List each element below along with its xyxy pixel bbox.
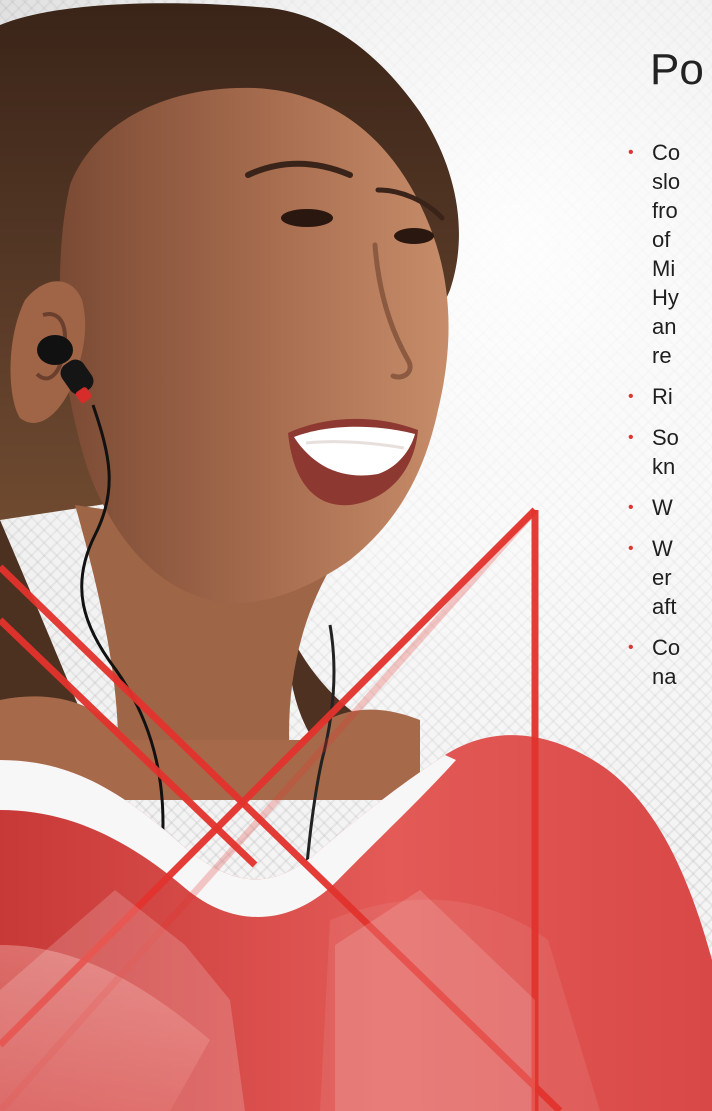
bullet-item-5: • W er aft bbox=[612, 534, 712, 621]
slide-canvas: Po • Co slo fro of Mi Hy an re • Ri • So… bbox=[0, 0, 712, 1111]
bullet-line: Co bbox=[652, 635, 681, 660]
bullet-item-1: • Co slo fro of Mi Hy an re bbox=[612, 138, 712, 370]
bullet-icon: • bbox=[628, 144, 634, 161]
bullet-icon: • bbox=[628, 540, 634, 557]
bullet-icon: • bbox=[628, 388, 634, 405]
bullet-line: an bbox=[652, 314, 677, 339]
bullet-item-3: • So kn bbox=[612, 423, 712, 481]
bullet-line: Mi bbox=[652, 256, 676, 281]
bullet-line: Hy bbox=[652, 285, 679, 310]
bullet-line: na bbox=[652, 664, 677, 689]
slide-title: Po bbox=[650, 45, 704, 94]
bullet-line: W bbox=[652, 536, 673, 561]
bullet-line: slo bbox=[652, 169, 681, 194]
bullet-line: kn bbox=[652, 454, 676, 479]
bullet-list: • Co slo fro of Mi Hy an re • Ri • So kn… bbox=[612, 138, 712, 703]
bullet-item-2: • Ri bbox=[612, 382, 712, 411]
bullet-line: So bbox=[652, 425, 679, 450]
bullet-line: of bbox=[652, 227, 671, 252]
bullet-icon: • bbox=[628, 429, 634, 446]
bullet-line: re bbox=[652, 343, 672, 368]
bullet-line: aft bbox=[652, 594, 677, 619]
bullet-line: er bbox=[652, 565, 672, 590]
bullet-line: Co bbox=[652, 140, 681, 165]
bullet-line: fro bbox=[652, 198, 678, 223]
bullet-icon: • bbox=[628, 499, 634, 516]
bullet-icon: • bbox=[628, 639, 634, 656]
face bbox=[59, 87, 449, 604]
bullet-item-6: • Co na bbox=[612, 633, 712, 691]
bullet-line: W bbox=[652, 495, 673, 520]
woman-photo bbox=[0, 3, 712, 1111]
bullet-item-4: • W bbox=[612, 493, 712, 522]
bullet-line: Ri bbox=[652, 384, 673, 409]
